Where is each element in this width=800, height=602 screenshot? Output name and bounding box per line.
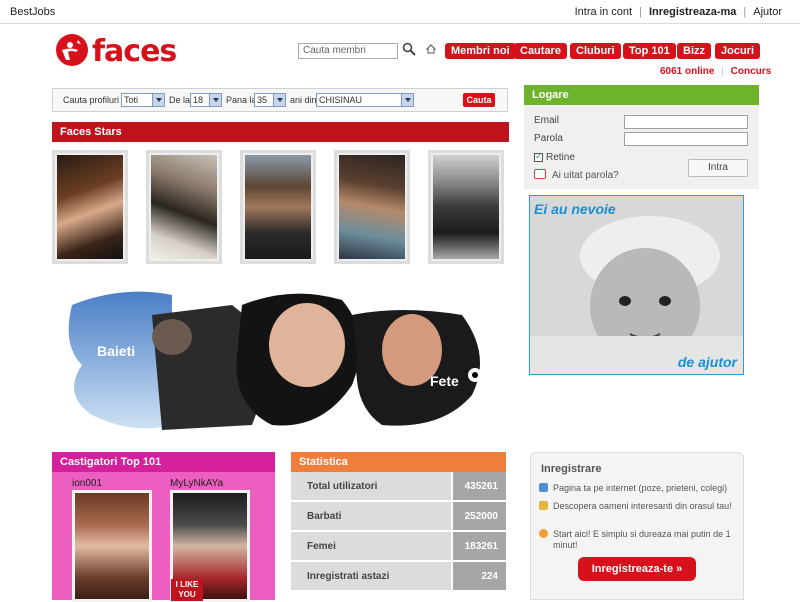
stat-row: Inregistrati astazi 224 [291,562,506,590]
login-link[interactable]: Intra in cont [575,6,632,18]
register-benefit: Start aici! E simplu si dureaza mai puti… [539,529,735,551]
winner-photo[interactable]: I LIKE YOU [170,490,250,602]
register-benefit: Descopera oameni interesanti din orasul … [539,501,735,512]
star-photo[interactable] [146,150,222,264]
stat-label: Total utilizatori [291,472,451,500]
nav-cautare[interactable]: Cautare [514,43,567,59]
help-link[interactable]: Ajutor [753,6,782,18]
star-photo[interactable] [240,150,316,264]
people-icon [539,483,548,492]
logo-mark-icon [56,34,88,66]
star-photo[interactable] [428,150,504,264]
faces-stars-header: Faces Stars [52,122,509,142]
chat-icon [539,501,548,510]
password-field[interactable] [624,132,748,146]
city-label: ani din [290,95,317,105]
top101-winners-panel: ion001 MyLyNkAYa I LIKE YOU [52,472,275,602]
age-to-label: Pana la [226,95,257,105]
stat-label: Barbati [291,502,451,530]
email-field[interactable] [624,115,748,129]
register-benefit: Pagina ta pe internet (poze, prieteni, c… [539,483,735,494]
key-icon [534,169,546,179]
age-to-select[interactable]: 35 [254,93,286,107]
online-counter: 6061 online | Concurs [660,66,772,77]
nav-membri-noi[interactable]: Membri noi [445,43,516,59]
top-bar-right: Intra in cont | Inregistreaza-ma | Ajutor [574,6,782,18]
faces-logo[interactable]: faces [56,34,177,69]
top101-winners-header: Castigatori Top 101 [52,452,275,472]
banner-boys-label: Baieti [97,343,136,359]
search-icon[interactable] [402,42,416,56]
age-from-label: De la [169,95,191,105]
stat-row: Total utilizatori 435261 [291,472,506,500]
stat-value: 224 [453,562,506,590]
star-photo[interactable] [334,150,410,264]
concurs-link[interactable]: Concurs [731,66,772,77]
ad-top-text: Ei au nevoie [534,201,616,217]
star-photo[interactable] [52,150,128,264]
chevron-down-icon [209,94,221,106]
remember-label: Retine [546,152,575,163]
profile-search-label: Cauta profiluri [63,95,120,105]
stat-row: Barbati 252000 [291,502,506,530]
nav-cluburi[interactable]: Cluburi [570,43,621,59]
stat-row: Femei 183261 [291,532,506,560]
top-bar-left: BestJobs [0,6,65,18]
register-title: Inregistrare [541,463,602,475]
email-label: Email [534,115,560,126]
winner-photo[interactable] [72,490,152,602]
stat-value: 183261 [453,532,506,560]
chevron-down-icon [152,94,164,106]
password-label: Parola [534,133,563,144]
winner-name[interactable]: ion001 [72,478,102,489]
home-icon[interactable] [425,44,437,54]
login-submit-button[interactable]: Intra [688,159,748,177]
register-button[interactable]: Inregistreaza-te » [578,557,696,581]
member-search-input[interactable]: Cauta membri [298,43,398,59]
login-header: Logare [524,85,759,105]
logo-wordmark: faces [92,34,177,69]
chevron-down-icon [273,94,285,106]
top-bar: BestJobs Intra in cont | Inregistreaza-ma |… [0,0,800,24]
ad-bottom-text: de ajutor [677,354,737,370]
login-panel: Email Parola Retine Ai uitat parola? Int… [524,105,759,189]
charity-ad[interactable]: Ei au nevoie de ajutor [529,195,744,375]
nav-jocuri[interactable]: Jocuri [715,43,761,59]
online-count: 6061 [660,66,683,77]
nav-bizz[interactable]: Bizz [677,43,711,59]
boys-girls-banner[interactable]: Baieti Fete [52,285,492,435]
age-from-select[interactable]: 18 [190,93,222,107]
gender-select[interactable]: Toti [121,93,165,107]
register-link[interactable]: Inregistreaza-ma [649,6,736,18]
clock-icon [539,529,548,538]
stat-label: Inregistrati astazi [291,562,451,590]
stat-value: 435261 [453,472,506,500]
city-select[interactable]: CHISINAU [316,93,414,107]
register-panel: Inregistrare Pagina ta pe internet (poze… [530,452,744,600]
remember-checkbox[interactable] [534,151,543,162]
forgot-password-link[interactable]: Ai uitat parola? [552,170,619,181]
top-link-bestjobs[interactable]: BestJobs [10,6,55,18]
winner-name[interactable]: MyLyNkAYa [170,478,223,489]
nav-top-101[interactable]: Top 101 [623,43,676,59]
online-label: online [685,66,715,77]
profile-search-bar: Cauta profiluri Toti De la 18 Pana la 35… [52,88,508,112]
statistics-header: Statistica [291,452,506,472]
banner-girls-label: Fete [430,373,459,389]
chevron-down-icon [401,94,413,106]
stat-label: Femei [291,532,451,560]
profile-search-button[interactable]: Cauta [463,93,495,107]
i-like-you-badge: I LIKE YOU [171,579,203,601]
stat-value: 252000 [453,502,506,530]
